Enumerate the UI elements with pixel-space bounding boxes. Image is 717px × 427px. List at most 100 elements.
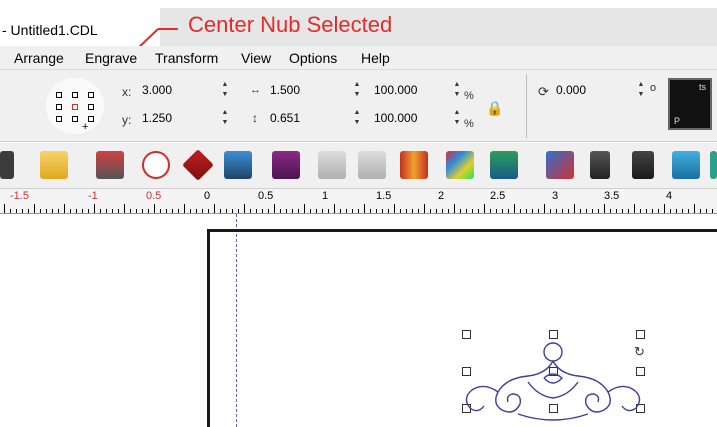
ruler-tick [592,209,593,213]
ruler-tick [430,209,431,213]
y-spinner-icon[interactable]: ▲ ▼ [220,108,230,130]
x-label: x: [122,85,132,99]
undo-icon[interactable] [142,151,170,179]
drawing-canvas[interactable]: ↻ [0,214,717,427]
ruler-tick [370,209,371,213]
ruler-tick [346,209,347,213]
ruler-tick [106,209,107,213]
ruler-tick [526,209,527,213]
ruler-tick [250,209,251,213]
ruler-tick [394,204,395,213]
width-input[interactable]: 1.500 [266,80,348,102]
ruler-tick [568,209,569,213]
main-toolbar [0,143,717,189]
menu-transform[interactable]: Transform [155,50,218,66]
ruler-tick [100,209,101,213]
width-spinner-icon[interactable]: ▲ ▼ [352,80,362,102]
height-spinner-icon[interactable]: ▲ ▼ [352,108,362,130]
ruler-tick [280,209,281,213]
zoom-object-icon[interactable] [224,151,252,179]
ruler-tick [52,209,53,213]
group-icon[interactable] [490,151,518,179]
book-icon[interactable] [272,151,300,179]
height-arrows-icon: ↕ [252,111,258,125]
rotation-spinner-icon[interactable]: ▲ ▼ [636,80,646,102]
ruler-tick [208,209,209,213]
y-input[interactable]: 1.250 [138,108,218,130]
shield-icon[interactable] [400,151,428,179]
ruler-tick [376,209,377,213]
ruler-label: -1.5 [10,190,29,202]
ruler-tick [196,209,197,213]
overflow-tool-icon[interactable] [710,151,717,179]
nub-top-left[interactable] [56,92,62,98]
nub-middle-left[interactable] [56,104,62,110]
scale-y-input[interactable]: 100.000 [370,108,452,130]
nub-middle-right[interactable] [88,104,94,110]
ruler-label: -1 [88,190,98,202]
ruler-tick [610,209,611,213]
weld-icon[interactable] [318,151,346,179]
plot-icon[interactable] [96,151,124,179]
ruler-tick [190,209,191,213]
flip-icon[interactable] [182,149,214,181]
preview-bottom-label: P [674,116,681,126]
ruler-tick [328,209,329,213]
nub-top-right[interactable] [88,92,94,98]
nub-bottom-right[interactable] [88,116,94,122]
ruler-tick [286,209,287,213]
scale-y-spinner-icon[interactable]: ▲ ▼ [452,108,462,130]
origin-plus-icon: + [82,121,89,133]
height-input[interactable]: 0.651 [266,108,348,130]
ruler-tick [580,209,581,213]
ruler-tick [658,209,659,213]
nub-top-center[interactable] [72,92,78,98]
horizontal-ruler: -1.5 -1 0.5 0 0.5 1 1.5 2 2.5 3 3.5 4 [0,189,717,214]
origin-guide-line [236,214,237,427]
rotation-input[interactable]: 0.000 [552,80,632,102]
ruler-tick [94,204,95,213]
separator [526,74,527,138]
x-spinner-icon[interactable]: ▲ ▼ [220,80,230,102]
ruler-tick [262,209,263,213]
ruler-tick [184,204,185,213]
text-tool-icon[interactable] [672,151,700,179]
ruler-tick [4,204,5,213]
ruler-tick [142,209,143,213]
nub-center-selected[interactable] [72,104,78,110]
ruler-tick [166,209,167,213]
ruler-tick [88,209,89,213]
pen-tool-icon[interactable] [632,151,654,179]
ruler-tick [688,209,689,213]
ruler-tick [46,209,47,213]
menu-view[interactable]: View [241,50,271,66]
ruler-label: 0 [204,190,211,202]
scale-x-input[interactable]: 100.000 [370,80,452,102]
anchor-nub-panel: + [46,78,104,134]
y-label: y: [122,113,132,127]
ruler-label: 2.5 [490,190,506,202]
preview-thumbnail[interactable]: ts P [668,78,712,130]
ruler-tick [388,209,389,213]
ruler-tick [40,209,41,213]
nub-bottom-left[interactable] [56,116,62,122]
print-icon[interactable] [40,151,68,179]
color-palette-icon[interactable] [446,151,474,179]
scale-x-spinner-icon[interactable]: ▲ ▼ [452,80,462,102]
menu-engrave[interactable]: Engrave [85,50,137,66]
edit-node-icon[interactable] [590,151,610,179]
lock-icon[interactable]: 🔒 [486,100,503,117]
delete-node-icon[interactable] [546,151,574,179]
nub-bottom-center[interactable] [72,116,78,122]
ruler-tick [244,204,245,213]
ruler-tick [406,209,407,213]
menu-arrange[interactable]: Arrange [14,50,64,66]
menu-help[interactable]: Help [361,50,390,66]
ruler-tick [298,209,299,213]
ornament-design[interactable] [458,334,648,424]
x-input[interactable]: 3.000 [138,80,218,102]
ruler-tick [124,204,125,213]
open-file-icon[interactable] [0,151,14,179]
break-weld-icon[interactable] [358,151,386,179]
menu-options[interactable]: Options [289,50,337,66]
